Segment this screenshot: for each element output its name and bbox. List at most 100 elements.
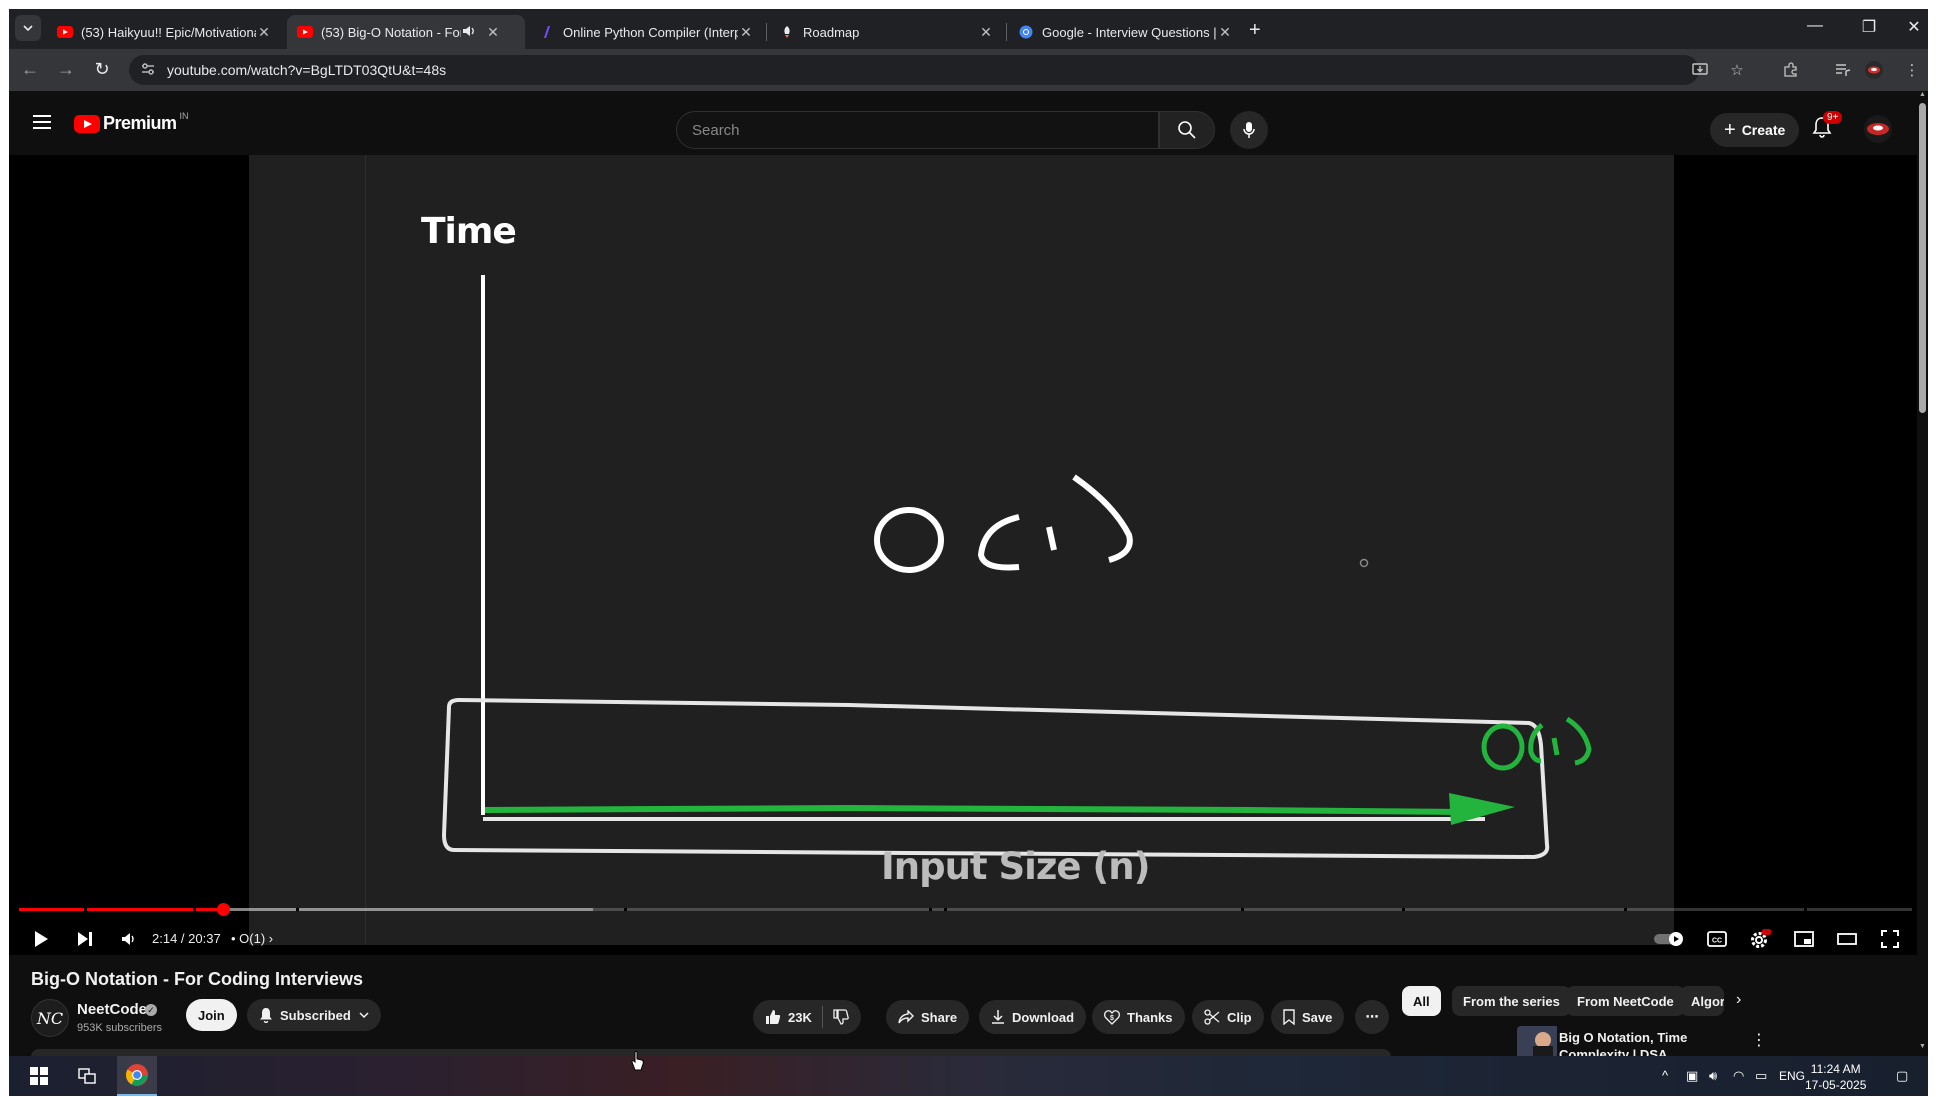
tab-big-o[interactable]: (53) Big-O Notation - For Coding Intervi… — [287, 15, 525, 49]
close-window-button[interactable]: ✕ — [1904, 17, 1924, 37]
chapter-title[interactable]: • O(1) › — [231, 931, 273, 946]
tab-google-interview[interactable]: Google - Interview Questions | ✕ — [1008, 15, 1243, 49]
close-icon[interactable]: ✕ — [256, 24, 272, 41]
close-icon[interactable]: ✕ — [1217, 24, 1233, 41]
close-icon[interactable]: ✕ — [738, 24, 754, 41]
profile-avatar[interactable] — [1864, 60, 1884, 80]
browser-menu-icon[interactable]: ⋮ — [1902, 60, 1922, 80]
thumbs-down-icon — [833, 1009, 849, 1025]
windows-taskbar: ^ ▣ 🔊︎ ◠ ▭ ENG 11:24 AM 17-05-2025 ▢ — [9, 1056, 1928, 1096]
extensions-icon[interactable] — [1781, 60, 1801, 80]
channel-name[interactable]: NeetCode — [77, 1001, 147, 1018]
search-button[interactable] — [1159, 111, 1215, 149]
like-button[interactable] — [765, 1009, 781, 1025]
taskbar-chrome[interactable] — [117, 1056, 157, 1096]
chip-all[interactable]: All — [1402, 986, 1441, 1016]
chapter-marker — [193, 908, 196, 911]
speaker-icon[interactable] — [461, 24, 477, 40]
restore-button[interactable]: ❐ — [1859, 17, 1879, 37]
related-video-thumbnail[interactable] — [1517, 1026, 1557, 1056]
gear-icon — [1751, 929, 1771, 948]
battery-icon[interactable]: ▭ — [1755, 1068, 1767, 1084]
video-progress-bar[interactable] — [19, 903, 1912, 916]
thanks-icon: $ — [1104, 1009, 1120, 1025]
play-button[interactable] — [27, 919, 55, 959]
related-video-title[interactable]: Big O Notation, Time Complexity | DSA — [1559, 1029, 1709, 1059]
forward-icon[interactable]: → — [55, 59, 77, 80]
volume-tray-icon[interactable]: 🔊︎ — [1709, 1068, 1717, 1084]
scroll-up-icon[interactable]: ▲ — [1919, 91, 1926, 98]
minimize-button[interactable]: — — [1805, 17, 1825, 35]
chapter-marker — [1241, 908, 1244, 911]
install-app-icon[interactable] — [1690, 60, 1710, 80]
slide-y-axis-label: Time — [421, 211, 517, 252]
mouse-cursor — [631, 1051, 645, 1076]
join-button[interactable]: Join — [186, 999, 237, 1031]
captions-button[interactable]: CC — [1703, 919, 1731, 959]
theater-mode-button[interactable] — [1833, 919, 1861, 959]
network-warning-icon[interactable]: ▣ — [1686, 1068, 1698, 1084]
new-tab-button[interactable]: + — [1249, 19, 1261, 42]
hamburger-menu-icon[interactable] — [33, 115, 51, 133]
site-info-icon[interactable] — [141, 62, 157, 78]
more-actions-button[interactable]: ⋯ — [1355, 1000, 1389, 1034]
back-icon[interactable]: ← — [19, 59, 41, 80]
next-button[interactable] — [71, 919, 99, 959]
thanks-button[interactable]: $ Thanks — [1092, 1000, 1185, 1034]
video-player[interactable]: Time Input Size (n) 2:14 / 20:37 • O(1) … — [9, 155, 1919, 955]
chip-algorithms[interactable]: Algorithms — [1680, 986, 1724, 1016]
progress-scrubber[interactable] — [217, 903, 231, 916]
chevron-right-icon[interactable]: › — [1736, 991, 1741, 1009]
save-button[interactable]: Save — [1271, 1000, 1345, 1034]
windows-start-button[interactable] — [21, 1056, 57, 1096]
mute-button[interactable] — [115, 919, 143, 959]
tab-roadmap[interactable]: Roadmap ✕ — [769, 15, 1004, 49]
download-button[interactable]: Download — [979, 1000, 1087, 1034]
create-button[interactable]: + Create — [1710, 113, 1800, 147]
media-control-icon[interactable] — [1833, 60, 1853, 80]
address-bar[interactable]: youtube.com/watch?v=BgLTDT03QtU&t=48s — [129, 55, 1699, 85]
dislike-button[interactable] — [833, 1009, 849, 1025]
settings-button[interactable] — [1746, 919, 1774, 959]
task-view-button[interactable] — [69, 1056, 105, 1096]
miniplayer-button[interactable] — [1790, 919, 1818, 959]
fullscreen-button[interactable] — [1876, 919, 1904, 959]
share-label: Share — [921, 1009, 958, 1025]
bookmark-star-icon[interactable]: ☆ — [1727, 60, 1747, 80]
chip-from-series[interactable]: From the series — [1452, 986, 1571, 1016]
subscribed-button[interactable]: Subscribed — [247, 999, 381, 1031]
autoplay-icon — [1654, 932, 1683, 946]
youtube-play-icon — [74, 114, 100, 133]
video-frame[interactable]: Time Input Size (n) — [249, 155, 1674, 945]
chevron-down-icon — [23, 25, 33, 32]
close-icon[interactable]: ✕ — [485, 24, 501, 41]
system-clock[interactable]: 11:24 AM 17-05-2025 — [1805, 1061, 1866, 1093]
slide-x-axis-label: Input Size (n) — [881, 845, 1151, 888]
autoplay-toggle[interactable] — [1653, 919, 1687, 959]
channel-avatar[interactable]: NC — [31, 999, 69, 1037]
show-hidden-icons[interactable]: ^ — [1662, 1068, 1668, 1083]
account-avatar[interactable] — [1864, 115, 1892, 143]
wifi-icon[interactable]: ◠ — [1733, 1068, 1744, 1084]
tab-python-compiler[interactable]: Online Python Compiler (Interpreter) ✕ — [529, 15, 764, 49]
tab-separator — [1006, 23, 1007, 41]
more-horizontal-icon: ⋯ — [1365, 1009, 1379, 1024]
youtube-logo[interactable]: Premium IN — [74, 111, 189, 134]
chapter-marker — [944, 908, 947, 911]
search-input[interactable]: Search — [676, 111, 1159, 149]
tab-search-button[interactable] — [15, 15, 41, 41]
voice-search-button[interactable] — [1230, 111, 1268, 149]
clip-button[interactable]: Clip — [1192, 1000, 1264, 1034]
scrollbar-thumb[interactable] — [1919, 103, 1926, 413]
tab-haikyuu[interactable]: (53) Haikyuu!! Epic/Motivational ✕ — [47, 15, 282, 49]
share-button[interactable]: Share — [886, 1000, 970, 1034]
tab-title: Google - Interview Questions | — [1042, 24, 1217, 40]
action-center-icon[interactable]: ▢ — [1896, 1068, 1908, 1084]
scroll-down-icon[interactable]: ▼ — [1919, 1043, 1926, 1050]
related-more-icon[interactable]: ⋮ — [1751, 1030, 1767, 1050]
chip-from-neetcode[interactable]: From NeetCode — [1566, 986, 1685, 1016]
reload-icon[interactable]: ↻ — [91, 59, 113, 80]
page-scrollbar[interactable]: ▲ ▼ — [1917, 91, 1928, 1056]
input-language[interactable]: ENG — [1779, 1069, 1805, 1083]
close-icon[interactable]: ✕ — [978, 24, 994, 41]
